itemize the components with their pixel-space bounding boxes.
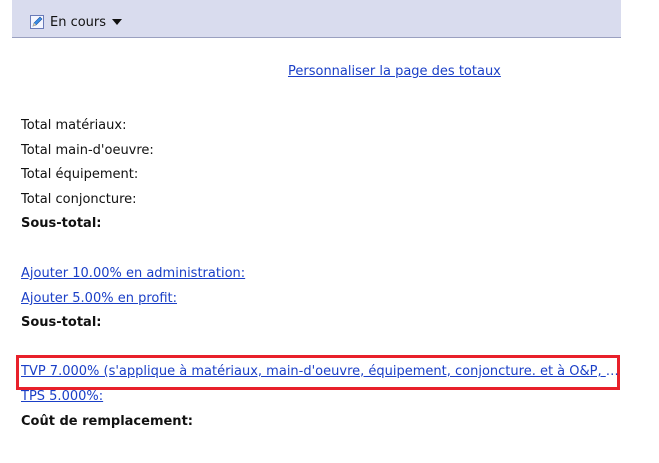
total-labor-label: Total main-d'oeuvre: [21, 143, 154, 158]
status-dropdown[interactable]: En cours [30, 12, 123, 32]
add-administration-link[interactable]: Ajouter 10.00% en administration: [21, 266, 245, 281]
total-materials-label: Total matériaux: [21, 118, 127, 133]
tvp-tax-link[interactable]: TVP 7.000% (s'applique à matériaux, main… [21, 364, 621, 379]
tps-tax-link[interactable]: TPS 5.000%: [21, 389, 103, 404]
add-profit-link[interactable]: Ajouter 5.00% en profit: [21, 291, 177, 306]
status-label: En cours [50, 14, 107, 30]
totals-page: En cours Personnaliser la page des totau… [0, 0, 659, 463]
subtotal-label: Sous-total: [21, 216, 102, 231]
header-bar: En cours [12, 0, 621, 38]
total-equipment-label: Total équipement: [21, 167, 139, 182]
replacement-cost-label: Coût de remplacement: [21, 414, 193, 429]
edit-icon [30, 15, 44, 29]
customize-totals-link[interactable]: Personnaliser la page des totaux [288, 64, 501, 79]
total-market-label: Total conjoncture: [21, 192, 137, 207]
chevron-down-icon [112, 19, 123, 25]
subtotal-label: Sous-total: [21, 315, 102, 330]
